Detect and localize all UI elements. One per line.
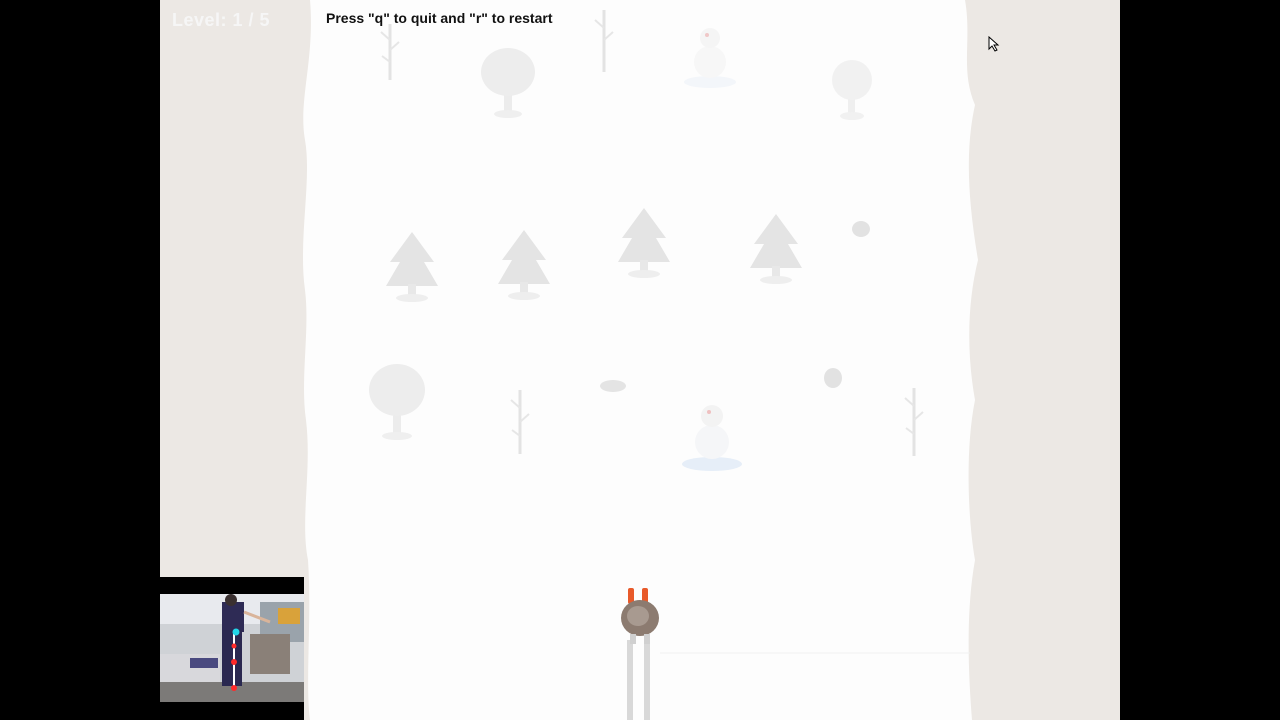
level-indicator: Level: 1 / 5 [172,10,271,30]
skier-player [621,588,659,644]
pose-joint [232,628,240,636]
rock-obstacle [852,221,870,237]
rock-obstacle [600,380,626,392]
round-tree-obstacle [369,364,425,440]
camera-feed [160,594,304,702]
round-tree-obstacle [832,60,872,120]
bare-tree-obstacle [510,390,530,454]
game-window: Level: 1 / 5 Press "q" to quit and "r" t… [160,0,1120,720]
snowman-obstacle [684,28,736,88]
bare-tree-obstacle [904,388,924,456]
webcam-pose-preview [160,577,304,720]
pine-tree-obstacle [750,214,802,284]
bare-tree-obstacle [594,10,614,72]
instructions-text: Press "q" to quit and "r" to restart [326,10,553,26]
snowman-obstacle [682,405,742,471]
pose-joint [231,643,237,649]
pine-tree-obstacle [618,208,670,278]
pose-joint [231,685,237,691]
round-tree-obstacle [481,48,535,118]
rock-obstacle [824,368,842,388]
pine-tree-obstacle [386,232,438,302]
mouse-cursor-icon [988,36,1000,52]
pose-joint [231,659,237,665]
pine-tree-obstacle [498,230,550,300]
person-figure [222,602,244,632]
bare-tree-obstacle [380,24,400,80]
